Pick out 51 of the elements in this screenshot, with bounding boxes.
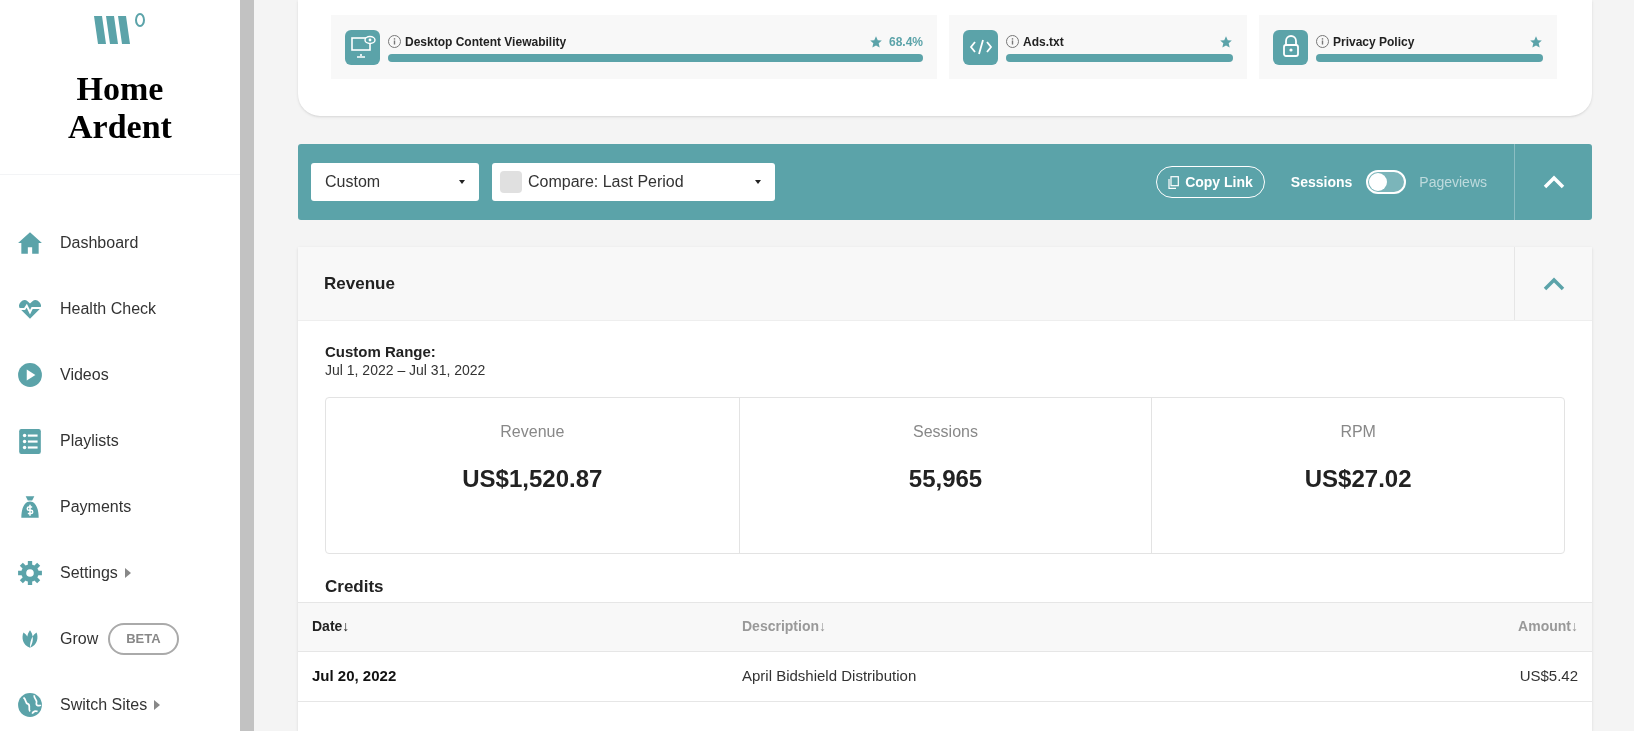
- table-cell-text: US$5.42: [1518, 665, 1578, 686]
- code-icon: [963, 29, 998, 65]
- stat-label: RPM: [1340, 422, 1376, 442]
- compare-dropdown[interactable]: Compare: Last Period: [492, 163, 775, 201]
- star-icon: [1529, 34, 1543, 49]
- scrollbar[interactable]: [240, 0, 254, 731]
- list-icon: [17, 428, 43, 454]
- chevron-up-icon: [1542, 276, 1565, 291]
- health-label: Desktop Content Viewability: [405, 33, 567, 51]
- nav-item[interactable]: Settings: [17, 551, 240, 595]
- pageviews-label: Pageviews: [1419, 172, 1487, 192]
- stat-label: Revenue: [500, 422, 565, 442]
- caret-icon: [755, 180, 761, 184]
- range-label: Custom Range:: [325, 343, 437, 361]
- monitor-eye-icon: [345, 29, 380, 65]
- nav-item[interactable]: Playlists: [17, 419, 240, 463]
- nav-item[interactable]: Switch Sites: [17, 683, 240, 727]
- stat-value: US$1,520.87: [462, 464, 603, 494]
- health-label: Ads.txt: [1023, 33, 1064, 51]
- caret-icon: [459, 180, 465, 184]
- nav-item[interactable]: Health Check: [17, 287, 240, 331]
- table-cell-text: Jul 20, 2022: [312, 665, 398, 686]
- lock-icon: [1273, 29, 1308, 65]
- nav-item[interactable]: Dashboard: [17, 221, 240, 265]
- stat-label: Sessions: [913, 422, 978, 442]
- date-range: Jul 1, 2022 – Jul 31, 2022: [325, 361, 487, 379]
- stat-value: 55,965: [908, 464, 983, 494]
- health-score: 68.4%: [888, 33, 923, 51]
- play-icon: [17, 362, 43, 388]
- chevron-up-icon: [1542, 175, 1565, 189]
- brand-name: Home Ardent: [67, 70, 173, 146]
- star-icon: [868, 34, 883, 49]
- section-title: Credits: [325, 576, 385, 598]
- metric-toggle[interactable]: [1366, 170, 1407, 194]
- health-label: Privacy Policy: [1333, 33, 1415, 51]
- range-dropdown[interactable]: Custom: [311, 163, 479, 201]
- beta-badge: BETA: [108, 623, 179, 655]
- globe-icon: [17, 692, 43, 718]
- table-cell-text: April Bidshield Distribution: [742, 665, 918, 686]
- nav-item[interactable]: Grow BETA: [17, 617, 240, 661]
- panel-title: Revenue: [324, 272, 396, 295]
- settings-icon: [17, 560, 43, 586]
- nav-item[interactable]: Videos: [17, 353, 240, 397]
- star-icon: [1219, 34, 1233, 49]
- column-header[interactable]: Date↓: [312, 616, 742, 637]
- home-icon: [17, 230, 43, 256]
- copy-icon: [1168, 175, 1180, 189]
- nav-item[interactable]: Payments: [17, 485, 240, 529]
- checkbox[interactable]: [500, 171, 522, 193]
- stat-value: US$27.02: [1304, 464, 1412, 494]
- sessions-label: Sessions: [1290, 172, 1353, 192]
